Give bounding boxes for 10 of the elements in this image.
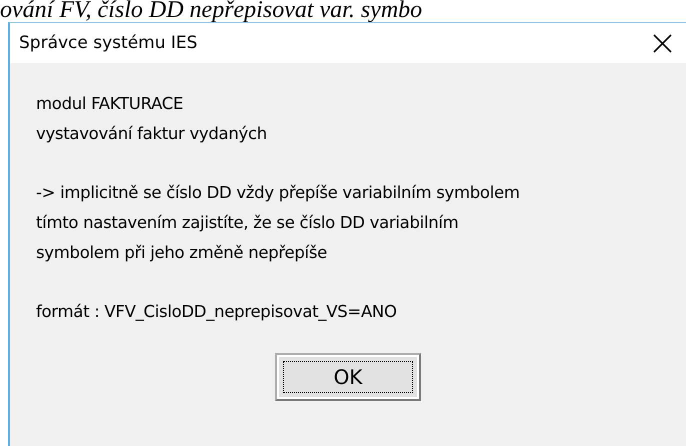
window-title: Správce systému IES — [19, 33, 198, 53]
message-text: -> implicitně se číslo DD vždy přepíše variabilním symbolem — [36, 182, 521, 204]
message-text: symbolem při jeho změně nepřepíše — [36, 242, 328, 264]
close-icon[interactable] — [653, 34, 672, 52]
message-text: vystavování faktur vydaných — [36, 123, 268, 145]
document-text: ování FV, číslo DD nepřepisovat var. symbo — [0, 0, 422, 21]
message-text: formát : VFV_CisloDD_neprepisovat_VS=ANO — [36, 301, 398, 323]
ok-button[interactable]: OK — [275, 353, 421, 401]
message-text: tímto nastavením zajistíte, že se číslo DD variabilním — [36, 212, 460, 234]
message-text: modul FAKTURACE — [36, 93, 184, 115]
